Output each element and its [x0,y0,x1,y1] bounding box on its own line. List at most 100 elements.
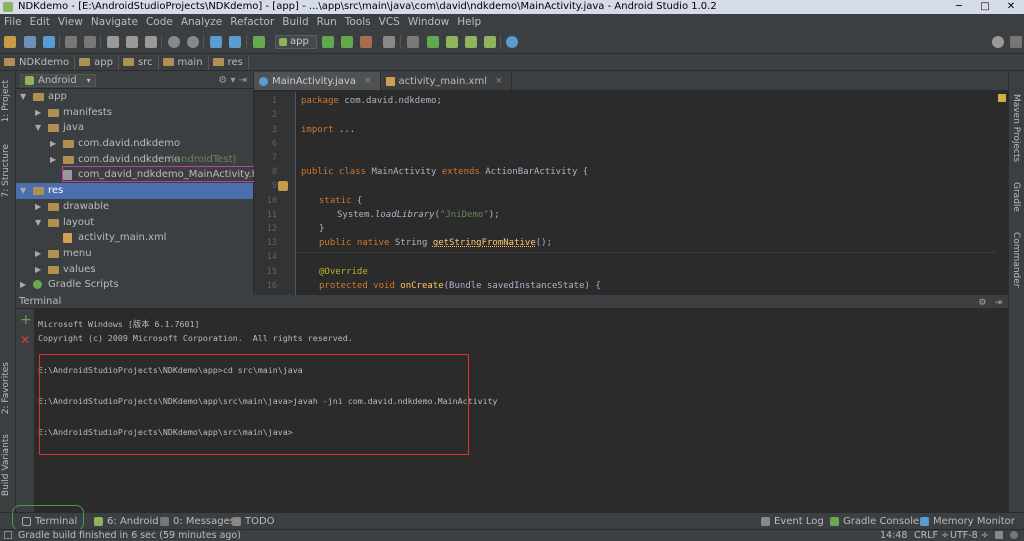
hide-panel-icon[interactable]: ⇥ [994,296,1002,310]
expand-arrow-icon[interactable]: ▼ [20,89,26,105]
tab-gradle[interactable]: Gradle [1011,182,1021,212]
tab-maven-projects[interactable]: Maven Projects [1011,94,1021,162]
menu-navigate[interactable]: Navigate [87,14,142,30]
tab-terminal[interactable]: Terminal [22,516,77,527]
line-separator-select[interactable]: CRLF ÷ [914,530,949,541]
open-folder-icon[interactable] [4,36,16,48]
close-tab-icon[interactable]: × [495,76,503,86]
collapse-arrow-icon[interactable]: ▶ [35,199,41,215]
toolbar-overflow-icon[interactable] [1010,36,1022,48]
tree-item[interactable]: ▶ drawable [16,199,253,215]
tree-item[interactable]: ▶ com.david.ndkdemo [16,136,253,152]
android-device-monitor-icon[interactable] [484,36,496,48]
tree-item[interactable]: activity_main.xml [16,230,253,246]
tree-item[interactable]: ▶ manifests [16,105,253,121]
tab-mainactivity-java[interactable]: MainActivity.java × [254,72,381,90]
menu-vcs[interactable]: VCS [375,14,404,30]
redo-icon[interactable] [84,36,96,48]
breadcrumb-ndkdemo[interactable]: NDKdemo [0,54,76,70]
undo-icon[interactable] [65,36,77,48]
minimize-button[interactable]: ─ [946,0,972,14]
native-method-gutter-icon[interactable] [278,181,288,191]
inspector-icon[interactable] [1010,531,1018,539]
run-configuration-select[interactable]: app [275,35,317,49]
sync-icon[interactable] [43,36,55,48]
tab-build-variants[interactable]: Build Variants [1,434,11,496]
tab-todo[interactable]: TODO [232,516,275,527]
replace-icon[interactable] [187,36,199,48]
collapse-arrow-icon[interactable]: ▶ [35,262,41,278]
menu-help[interactable]: Help [453,14,485,30]
tree-item[interactable]: ▶ menu [16,246,253,262]
run-icon[interactable] [322,36,334,48]
tree-item[interactable]: ▼ res [16,183,253,199]
encoding-select[interactable]: UTF-8 ÷ [950,530,989,541]
menu-view[interactable]: View [54,14,87,30]
debug-icon[interactable] [341,36,353,48]
tab-messages[interactable]: 0: Messages [160,516,235,527]
menu-edit[interactable]: Edit [26,14,54,30]
save-icon[interactable] [24,36,36,48]
collapse-arrow-icon[interactable]: ▶ [35,105,41,121]
tree-item[interactable]: ▼ layout [16,215,253,231]
menu-build[interactable]: Build [278,14,312,30]
gradle-sync-icon[interactable] [427,36,439,48]
tab-event-log[interactable]: Event Log [761,516,824,527]
terminal-console[interactable]: Microsoft Windows [版本 6.1.7601] Copyrigh… [34,309,1008,512]
menu-file[interactable]: File [0,14,26,30]
close-tab-icon[interactable]: × [364,76,372,86]
tree-item[interactable]: ▼ java [16,120,253,136]
tab-memory-monitor[interactable]: Memory Monitor [920,516,1015,527]
menu-refactor[interactable]: Refactor [226,14,278,30]
menu-code[interactable]: Code [142,14,177,30]
tree-item[interactable]: ▼ app [16,89,253,105]
tab-gradle-console[interactable]: Gradle Console [830,516,919,527]
collapse-arrow-icon[interactable]: ▶ [20,277,26,293]
expand-arrow-icon[interactable]: ▼ [35,215,41,231]
sdk-manager-icon[interactable] [465,36,477,48]
tab-structure[interactable]: 7: Structure [1,144,11,198]
avd-manager-icon[interactable] [446,36,458,48]
tree-item[interactable]: ▶ Gradle Scripts [16,277,253,293]
inspection-status-icon[interactable] [998,94,1006,102]
menu-run[interactable]: Run [313,14,341,30]
toggle-tool-windows-icon[interactable] [4,531,12,539]
tree-item[interactable]: ▶ values [16,262,253,278]
breadcrumb-res[interactable]: res [209,54,249,70]
panel-settings-icon[interactable]: ⚙ ▾ ⇥ [218,75,247,86]
maximize-button[interactable]: □ [972,0,998,14]
search-everywhere-icon[interactable] [992,36,1004,48]
help-icon[interactable] [506,36,518,48]
forward-icon[interactable] [229,36,241,48]
copy-icon[interactable] [126,36,138,48]
collapse-arrow-icon[interactable]: ▶ [50,136,56,152]
expand-arrow-icon[interactable]: ▼ [35,120,41,136]
menu-tools[interactable]: Tools [341,14,375,30]
tab-commander[interactable]: Commander [1011,232,1021,288]
tab-android[interactable]: 6: Android [94,516,159,527]
back-icon[interactable] [210,36,222,48]
project-structure-icon[interactable] [407,36,419,48]
collapse-arrow-icon[interactable]: ▶ [50,152,56,168]
menu-window[interactable]: Window [404,14,453,30]
close-session-icon[interactable]: ✕ [20,333,30,347]
menu-analyze[interactable]: Analyze [177,14,226,30]
cut-icon[interactable] [107,36,119,48]
tab-activity-main-xml[interactable]: activity_main.xml × [381,72,512,90]
breadcrumb-main[interactable]: main [159,54,209,70]
code-area[interactable]: package com.david.ndkdemo; import ... pu… [297,92,997,295]
find-icon[interactable] [168,36,180,48]
new-session-icon[interactable]: + [20,313,32,327]
project-view-selector[interactable]: Android ▾ [20,73,96,87]
expand-arrow-icon[interactable]: ▼ [20,183,26,199]
collapse-arrow-icon[interactable]: ▶ [35,246,41,262]
paste-icon[interactable] [145,36,157,48]
close-button[interactable]: ✕ [998,0,1024,14]
attach-debugger-icon[interactable] [360,36,372,48]
breadcrumb-app[interactable]: app [75,54,119,70]
stop-icon[interactable] [383,36,395,48]
lock-icon[interactable] [995,531,1003,539]
make-project-icon[interactable] [253,36,265,48]
tab-project[interactable]: 1: Project [1,80,11,122]
breadcrumb-src[interactable]: src [119,54,159,70]
